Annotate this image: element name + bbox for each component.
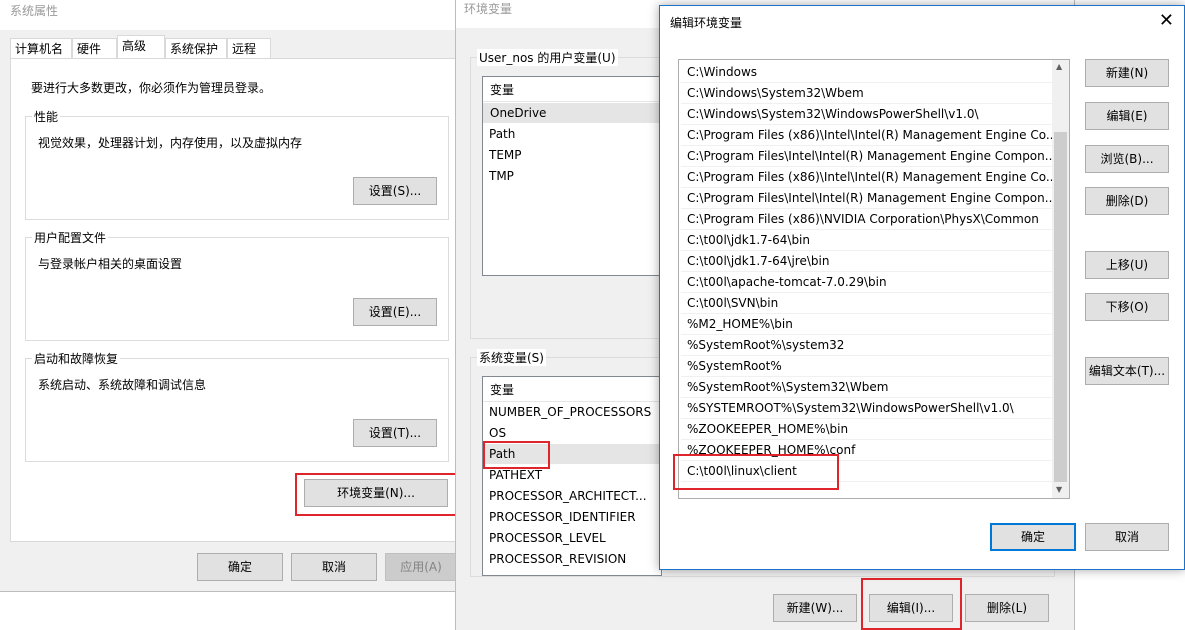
delete-path-button[interactable]: 删除(D) bbox=[1085, 187, 1169, 215]
path-entry[interactable]: %SystemRoot% bbox=[681, 356, 1053, 377]
system-properties-titlebar: 系统属性 bbox=[0, 0, 461, 30]
performance-settings-button[interactable]: 设置(S)... bbox=[353, 177, 437, 205]
scroll-up-icon[interactable]: ▲ bbox=[1056, 62, 1062, 71]
browse-path-button[interactable]: 浏览(B)... bbox=[1085, 145, 1169, 173]
startup-recovery-settings-button[interactable]: 设置(T)... bbox=[353, 419, 437, 447]
path-entry[interactable]: %M2_HOME%\bin bbox=[681, 314, 1053, 335]
path-entry[interactable]: C:\t00l\SVN\bin bbox=[681, 293, 1053, 314]
system-var-row[interactable]: PROCESSOR_LEVEL bbox=[489, 528, 606, 548]
sys-ok-button[interactable]: 确定 bbox=[197, 553, 283, 581]
user-var-row[interactable]: TMP bbox=[489, 166, 514, 186]
tab-computer-name[interactable]: 计算机名 bbox=[10, 38, 72, 58]
path-row-highlight bbox=[483, 441, 550, 469]
performance-desc: 视觉效果，处理器计划，内存使用，以及虚拟内存 bbox=[38, 136, 303, 150]
user-profile-group: 用户配置文件 与登录帐户相关的桌面设置 设置(E)... bbox=[25, 229, 449, 341]
path-entry[interactable]: %SYSTEMROOT%\System32\WindowsPowerShell\… bbox=[681, 398, 1053, 419]
user-vars-header: 变量 bbox=[483, 77, 661, 102]
env-delete-button[interactable]: 删除(L) bbox=[965, 594, 1049, 622]
performance-group: 性能 视觉效果，处理器计划，内存使用，以及虚拟内存 设置(S)... bbox=[25, 108, 449, 220]
edit-env-titlebar: 编辑环境变量 ✕ bbox=[660, 6, 1184, 36]
startup-recovery-group: 启动和故障恢复 系统启动、系统故障和调试信息 设置(T)... bbox=[25, 350, 449, 462]
new-path-highlight bbox=[673, 454, 839, 490]
path-entry[interactable]: %SystemRoot%\system32 bbox=[681, 335, 1053, 356]
system-var-row[interactable]: PROCESSOR_REVISION bbox=[489, 549, 626, 569]
admin-note: 要进行大多数更改，你必须作为管理员登录。 bbox=[31, 81, 272, 95]
user-var-row[interactable]: Path bbox=[489, 124, 515, 144]
path-entry[interactable]: C:\Program Files\Intel\Intel(R) Manageme… bbox=[681, 188, 1053, 209]
path-entry[interactable]: C:\Program Files (x86)\Intel\Intel(R) Ma… bbox=[681, 167, 1053, 188]
user-profile-label: 用户配置文件 bbox=[32, 229, 109, 246]
edit-cancel-button[interactable]: 取消 bbox=[1085, 523, 1169, 551]
sys-cancel-button[interactable]: 取消 bbox=[291, 553, 377, 581]
system-properties-title: 系统属性 bbox=[10, 4, 59, 18]
startup-recovery-desc: 系统启动、系统故障和调试信息 bbox=[38, 378, 207, 392]
scrollbar-thumb[interactable] bbox=[1054, 132, 1067, 482]
user-profile-desc: 与登录帐户相关的桌面设置 bbox=[38, 257, 183, 271]
edit-ok-button[interactable]: 确定 bbox=[990, 523, 1076, 551]
tab-advanced[interactable]: 高级 bbox=[117, 35, 165, 59]
path-entry[interactable]: C:\t00l\jdk1.7-64\bin bbox=[681, 230, 1053, 251]
path-list-scrollbar[interactable]: ▲ ▼ bbox=[1052, 60, 1069, 498]
system-properties-window: 系统属性 计算机名 硬件 高级 系统保护 远程 要进行大多数更改，你必须作为管理… bbox=[0, 0, 462, 592]
path-entry[interactable]: C:\Windows\System32\Wbem bbox=[681, 83, 1053, 104]
sys-apply-button[interactable]: 应用(A) bbox=[385, 553, 457, 581]
user-var-row[interactable]: OneDrive bbox=[483, 103, 661, 123]
path-entry[interactable]: C:\Program Files (x86)\NVIDIA Corporatio… bbox=[681, 209, 1053, 230]
tab-remote[interactable]: 远程 bbox=[227, 38, 271, 58]
tab-hardware[interactable]: 硬件 bbox=[72, 38, 117, 58]
edit-path-button[interactable]: 编辑(E) bbox=[1085, 102, 1169, 130]
env-vars-title: 环境变量 bbox=[464, 2, 513, 16]
user-vars-list[interactable]: 变量 OneDrive Path TEMP TMP bbox=[482, 76, 662, 276]
performance-label: 性能 bbox=[32, 108, 61, 125]
startup-recovery-label: 启动和故障恢复 bbox=[32, 350, 121, 367]
scroll-down-icon[interactable]: ▼ bbox=[1056, 485, 1062, 494]
env-new-button[interactable]: 新建(W)... bbox=[773, 594, 857, 622]
system-var-row[interactable]: PROCESSOR_ARCHITECT... bbox=[489, 486, 647, 506]
path-entry[interactable]: C:\Windows\System32\WindowsPowerShell\v1… bbox=[681, 104, 1053, 125]
user-var-row[interactable]: TEMP bbox=[489, 145, 522, 165]
system-vars-label: 系统变量(S) bbox=[477, 349, 546, 366]
user-profile-settings-button[interactable]: 设置(E)... bbox=[353, 298, 437, 326]
user-vars-label: User_nos 的用户变量(U) bbox=[477, 49, 618, 66]
path-entry[interactable]: C:\Program Files\Intel\Intel(R) Manageme… bbox=[681, 146, 1053, 167]
edit-text-button[interactable]: 编辑文本(T)... bbox=[1085, 357, 1169, 385]
system-var-row[interactable]: NUMBER_OF_PROCESSORS bbox=[489, 402, 651, 422]
path-entry[interactable]: C:\Program Files (x86)\Intel\Intel(R) Ma… bbox=[681, 125, 1053, 146]
path-entry[interactable]: C:\Windows bbox=[681, 62, 1053, 83]
path-entry[interactable]: C:\t00l\jdk1.7-64\jre\bin bbox=[681, 251, 1053, 272]
user-vars-column-variable[interactable]: 变量 bbox=[490, 81, 514, 98]
system-vars-header: 变量 bbox=[483, 377, 661, 402]
path-entry[interactable]: %ZOOKEEPER_HOME%\bin bbox=[681, 419, 1053, 440]
system-vars-column-variable[interactable]: 变量 bbox=[490, 381, 514, 398]
edit-button-highlight bbox=[861, 578, 962, 630]
path-entry[interactable]: C:\t00l\apache-tomcat-7.0.29\bin bbox=[681, 272, 1053, 293]
move-up-button[interactable]: 上移(U) bbox=[1085, 251, 1169, 279]
path-list[interactable]: C:\Windows C:\Windows\System32\Wbem C:\Win… bbox=[678, 59, 1070, 499]
env-button-highlight bbox=[295, 473, 459, 516]
tab-system-protection[interactable]: 系统保护 bbox=[165, 38, 227, 58]
system-var-row[interactable]: OS bbox=[489, 423, 506, 443]
close-icon[interactable]: ✕ bbox=[1159, 10, 1174, 31]
system-vars-list[interactable]: 变量 NUMBER_OF_PROCESSORS OS Path PATHEXT … bbox=[482, 376, 662, 576]
new-path-button[interactable]: 新建(N) bbox=[1085, 59, 1169, 87]
advanced-tab-page: 要进行大多数更改，你必须作为管理员登录。 性能 视觉效果，处理器计划，内存使用，… bbox=[10, 58, 459, 542]
edit-env-title: 编辑环境变量 bbox=[670, 16, 743, 30]
system-var-row[interactable]: PROCESSOR_IDENTIFIER bbox=[489, 507, 636, 527]
path-entry[interactable]: %SystemRoot%\System32\Wbem bbox=[681, 377, 1053, 398]
edit-env-dialog: 编辑环境变量 ✕ C:\Windows C:\Windows\System32\W… bbox=[659, 5, 1185, 570]
move-down-button[interactable]: 下移(O) bbox=[1085, 293, 1169, 321]
